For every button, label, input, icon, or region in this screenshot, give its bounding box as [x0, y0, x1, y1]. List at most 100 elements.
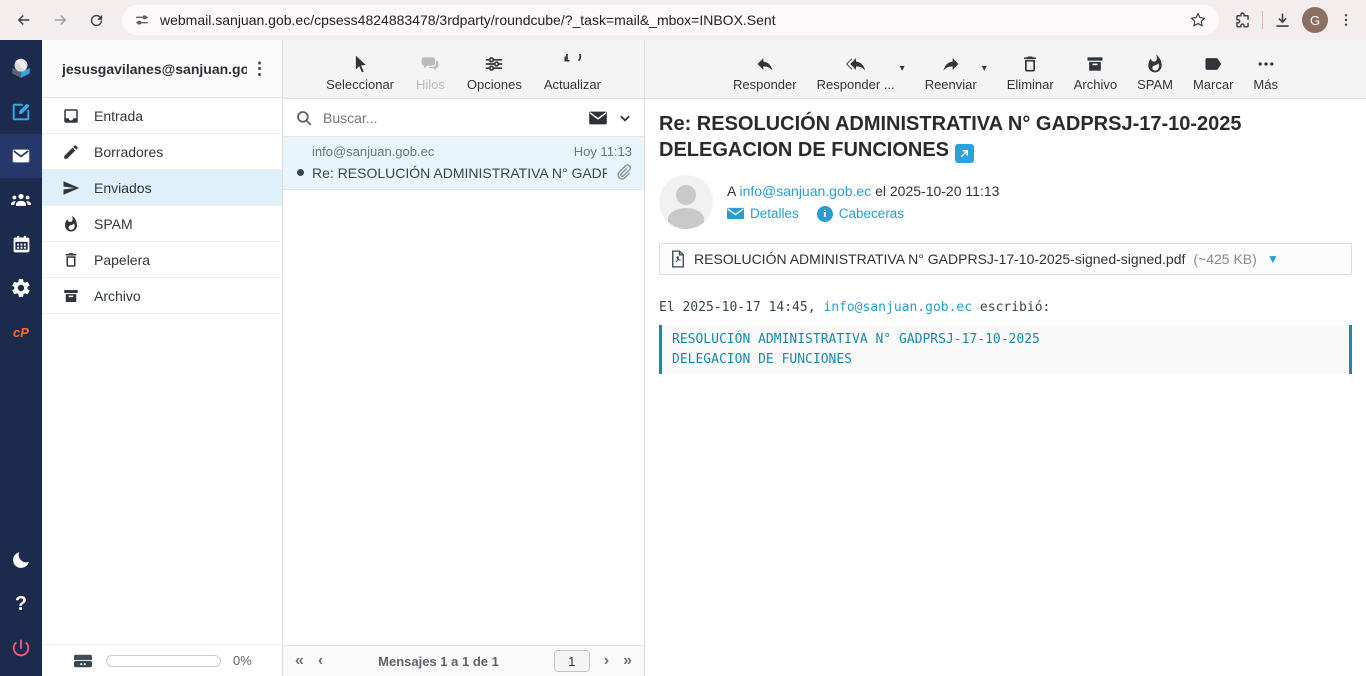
message-body: El 2025-10-17 14:45, info@sanjuan.gob.ec…: [659, 299, 1352, 374]
reply-all-button[interactable]: Responder ...: [817, 54, 895, 92]
inbox-icon: [62, 107, 80, 125]
pdf-file-icon: [670, 250, 686, 268]
url-text[interactable]: webmail.sanjuan.gob.ec/cpsess4824883478/…: [160, 12, 1179, 28]
refresh-button[interactable]: Actualizar: [544, 54, 601, 92]
message-meta-actions: Detalles i Cabeceras: [727, 206, 999, 222]
attachment-row[interactable]: RESOLUCIÓN ADMINISTRATIVA N° GADPRSJ-17-…: [659, 243, 1352, 275]
last-page-icon[interactable]: »: [623, 653, 632, 669]
threads-label: Hilos: [416, 77, 445, 92]
threads-icon: [420, 54, 440, 74]
open-in-new-window-icon[interactable]: [955, 144, 974, 163]
search-input[interactable]: [323, 110, 578, 126]
select-button[interactable]: Seleccionar: [326, 54, 394, 92]
folder-panel: jesusgavilanes@sanjuan.gob.... ⋮ Entrada…: [42, 40, 283, 676]
search-options-chevron-icon[interactable]: [618, 111, 632, 125]
sender-avatar: [659, 175, 713, 229]
mark-button[interactable]: Marcar: [1193, 54, 1233, 92]
spam-label: SPAM: [1137, 77, 1173, 92]
reply-all-group: Responder ... ▾: [817, 54, 905, 92]
archive-button[interactable]: Archivo: [1074, 54, 1117, 92]
rail-settings-button[interactable]: [0, 266, 42, 310]
attachment-size: (~425 KB): [1193, 251, 1256, 267]
message-item-header: info@sanjuan.gob.ec Hoy 11:13: [295, 144, 632, 159]
storage-footer: 0%: [42, 644, 282, 676]
site-settings-icon[interactable]: [134, 12, 150, 28]
attachment-menu-icon[interactable]: ▼: [1267, 252, 1279, 266]
to-label: A: [727, 183, 736, 199]
delete-button[interactable]: Eliminar: [1007, 54, 1054, 92]
attachment-filename[interactable]: RESOLUCIÓN ADMINISTRATIVA N° GADPRSJ-17-…: [694, 251, 1185, 267]
app-rail: cP ?: [0, 40, 42, 676]
folder-item-archive[interactable]: Archivo: [42, 278, 282, 314]
recipient-line: A info@sanjuan.gob.ec el 2025-10-20 11:1…: [727, 183, 999, 199]
message-status-dot[interactable]: [297, 169, 304, 176]
message-list-item[interactable]: info@sanjuan.gob.ec Hoy 11:13 Re: RESOLU…: [283, 137, 644, 190]
rail-cpanel-button[interactable]: cP: [0, 310, 42, 354]
spam-button[interactable]: SPAM: [1137, 54, 1173, 92]
chrome-divider: [1262, 11, 1263, 29]
forward-button[interactable]: Reenviar: [925, 54, 977, 92]
page-number-input[interactable]: [554, 650, 590, 672]
rail-calendar-button[interactable]: [0, 222, 42, 266]
browser-profile-avatar[interactable]: G: [1302, 7, 1328, 33]
refresh-label: Actualizar: [544, 77, 601, 92]
browser-forward-button[interactable]: [44, 4, 76, 36]
folder-label: Enviados: [94, 180, 152, 196]
rail-contacts-button[interactable]: [0, 178, 42, 222]
quote-header-prefix: El 2025-10-17 14:45,: [659, 300, 823, 315]
message-view-content: Re: RESOLUCIÓN ADMINISTRATIVA N° GADPRSJ…: [645, 99, 1366, 676]
reply-all-dropdown-icon[interactable]: ▾: [895, 63, 905, 92]
headers-label: Cabeceras: [839, 206, 904, 221]
help-icon: ?: [15, 593, 27, 616]
previous-page-icon[interactable]: ‹: [318, 653, 323, 669]
info-icon: i: [817, 206, 833, 222]
rail-help-button[interactable]: ?: [0, 582, 42, 626]
next-page-icon[interactable]: ›: [604, 653, 609, 669]
browser-menu-icon[interactable]: [1338, 12, 1354, 28]
folder-item-spam[interactable]: SPAM: [42, 206, 282, 242]
moon-icon: [10, 549, 32, 571]
archive-icon: [62, 287, 80, 305]
send-icon: [62, 179, 80, 197]
details-toggle[interactable]: Detalles: [727, 206, 799, 221]
recipient-email-link[interactable]: info@sanjuan.gob.ec: [739, 183, 871, 199]
first-page-icon[interactable]: «: [295, 653, 304, 669]
rail-logout-button[interactable]: [0, 626, 42, 670]
account-menu-icon[interactable]: ⋮: [247, 59, 272, 79]
rail-mail-button[interactable]: [0, 134, 42, 178]
forward-dropdown-icon[interactable]: ▾: [977, 63, 987, 92]
browser-actions: G: [1229, 7, 1358, 33]
folder-item-inbox[interactable]: Entrada: [42, 98, 282, 134]
bookmark-star-icon[interactable]: [1189, 11, 1207, 29]
quoted-sender-link[interactable]: info@sanjuan.gob.ec: [823, 300, 972, 315]
forward-label: Reenviar: [925, 77, 977, 92]
details-label: Detalles: [750, 206, 799, 221]
threads-button[interactable]: Hilos: [416, 54, 445, 92]
avatar-torso-shape: [668, 208, 704, 229]
reply-button[interactable]: Responder: [733, 54, 797, 92]
back-arrow-icon: [15, 11, 33, 29]
application-window: webmail.sanjuan.gob.ec/cpsess4824883478/…: [0, 0, 1366, 676]
options-label: Opciones: [467, 77, 522, 92]
rail-compose-button[interactable]: [0, 90, 42, 134]
reply-label: Responder: [733, 77, 797, 92]
browser-refresh-button[interactable]: [80, 4, 112, 36]
folder-item-sent[interactable]: Enviados: [42, 170, 282, 206]
attachment-paperclip-icon: [615, 164, 632, 181]
options-button[interactable]: Opciones: [467, 54, 522, 92]
archive-icon: [1085, 54, 1105, 74]
browser-back-button[interactable]: [8, 4, 40, 36]
message-sender: info@sanjuan.gob.ec: [312, 144, 434, 159]
download-icon[interactable]: [1273, 11, 1292, 30]
folder-list: Entrada Borradores Enviados SPAM Papeler…: [42, 98, 282, 644]
address-bar[interactable]: webmail.sanjuan.gob.ec/cpsess4824883478/…: [122, 5, 1219, 35]
extensions-icon[interactable]: [1233, 11, 1252, 30]
search-scope-mail-icon[interactable]: [588, 110, 608, 126]
headers-toggle[interactable]: i Cabeceras: [817, 206, 904, 222]
folder-item-drafts[interactable]: Borradores: [42, 134, 282, 170]
roundcube-logo[interactable]: [0, 46, 42, 90]
envelope-icon: [727, 207, 744, 220]
rail-darkmode-button[interactable]: [0, 538, 42, 582]
folder-item-trash[interactable]: Papelera: [42, 242, 282, 278]
more-button[interactable]: Más: [1253, 54, 1278, 92]
